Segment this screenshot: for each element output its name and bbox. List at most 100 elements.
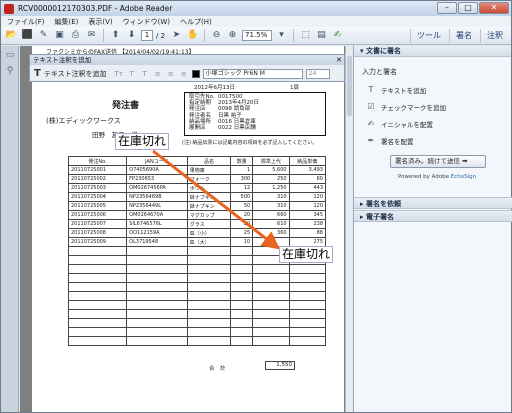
- create-pdf-icon[interactable]: ⬛: [21, 29, 34, 42]
- add-checkmark-item[interactable]: ☑ チェックマークを追加: [354, 98, 511, 115]
- pages-icon[interactable]: ▭: [4, 50, 16, 62]
- out-of-stock-text-annotation[interactable]: 在庫切れ: [115, 133, 170, 150]
- table-cell: [126, 264, 188, 274]
- table-cell: 10: [230, 237, 254, 247]
- table-row: 20110725003 OM0267456PA ボウル 12 1,250 443: [67, 183, 327, 193]
- font-color-swatch[interactable]: [191, 69, 200, 78]
- navigation-pane: ▭ ⚲: [1, 46, 19, 412]
- table-row: 20110725008 OO112159A 皿（小） 25 360 88: [67, 228, 327, 238]
- add-text-annotation-button[interactable]: テキスト注釈を追加: [44, 69, 107, 79]
- zoom-out-icon[interactable]: ⊖: [210, 29, 223, 42]
- table-cell: 20110725007: [67, 219, 128, 229]
- align-left-icon[interactable]: ≡: [153, 70, 163, 78]
- add-checkmark-label: チェックマークを追加: [381, 103, 446, 112]
- place-initials-item[interactable]: ✍ イニシャルを配置: [354, 115, 511, 132]
- tab-sign[interactable]: 署名: [449, 29, 478, 43]
- menu-file[interactable]: ファイル(F): [7, 17, 45, 27]
- edit-icon[interactable]: ✎: [37, 29, 50, 42]
- table-cell: 皿（小）: [186, 228, 232, 238]
- table-cell: NP2356469B: [126, 192, 188, 202]
- section-request-signature[interactable]: ▸ 署名を依頼: [354, 197, 512, 209]
- table-cell: 果物庫: [186, 165, 232, 175]
- next-page-icon[interactable]: ⬇: [125, 29, 138, 42]
- open-icon[interactable]: 📂: [5, 29, 18, 42]
- table-cell: 50: [230, 201, 254, 211]
- print-icon[interactable]: ⎙: [69, 29, 82, 42]
- fit-page-icon[interactable]: ⬚: [299, 29, 312, 42]
- menu-bar: ファイル(F) 編集(E) 表示(V) ウィンドウ(W) ヘルプ(H): [1, 16, 511, 27]
- menu-help[interactable]: ヘルプ(H): [180, 17, 212, 27]
- powered-prefix: Powered by Adobe: [398, 174, 451, 180]
- table-cell: 20: [230, 210, 254, 220]
- table-row: 20110725007 SIL6746576L グラス 20 610 238: [67, 219, 327, 229]
- table-cell: [252, 309, 290, 319]
- table-row: [67, 273, 327, 283]
- table-cell: 238: [288, 219, 327, 229]
- echosign-link[interactable]: EchoSign: [451, 174, 476, 180]
- table-cell: [186, 318, 232, 328]
- menu-view[interactable]: 表示(V): [88, 17, 112, 27]
- table-cell: [126, 336, 188, 346]
- font-select[interactable]: 小塚ゴシック Pr6N M: [202, 68, 303, 79]
- align-right-icon[interactable]: ≡: [179, 70, 189, 78]
- table-cell: [67, 300, 128, 310]
- tab-tools[interactable]: ツール: [410, 29, 447, 43]
- table-cell: [126, 273, 188, 283]
- align-center-icon[interactable]: ≡: [166, 70, 176, 78]
- menu-window[interactable]: ウィンドウ(W): [123, 17, 170, 27]
- zoom-select[interactable]: 71.5%: [242, 30, 273, 41]
- tab-comment[interactable]: 注釈: [480, 29, 509, 43]
- table-cell: [67, 282, 128, 292]
- minimize-button[interactable]: –: [437, 2, 457, 14]
- menu-edit[interactable]: 編集(E): [55, 17, 79, 27]
- toolbar-divider: [293, 29, 295, 42]
- font-size-select[interactable]: 24: [305, 68, 330, 79]
- bold-icon[interactable]: Ƭ: [127, 70, 137, 78]
- close-button[interactable]: ✕: [479, 2, 509, 14]
- page-total: / 2: [156, 31, 166, 40]
- text-size-icon[interactable]: Tт: [114, 70, 124, 78]
- column-header: 標準上代: [252, 156, 290, 166]
- fit-width-icon[interactable]: ▤: [315, 29, 328, 42]
- email-icon[interactable]: ✉: [85, 29, 98, 42]
- place-signature-item[interactable]: ✒ 署名を配置: [354, 132, 511, 149]
- text-icon: T: [368, 85, 374, 94]
- info-label: 展開店: [189, 125, 206, 132]
- hand-tool-icon[interactable]: ✋: [186, 29, 199, 42]
- text-tool-icon[interactable]: T: [34, 68, 41, 79]
- prev-page-icon[interactable]: ⬆: [109, 29, 122, 42]
- table-cell: FP230653: [126, 174, 188, 184]
- document-view[interactable]: ファクシミからのFAX送信 【2014/04/02/19:41:13】 2012…: [20, 46, 352, 412]
- out-of-stock-text-annotation[interactable]: 在庫切れ: [279, 246, 334, 263]
- invoice-date: 2012年6月13日: [194, 85, 235, 91]
- order-info-box: 取引先No. 0017500 指定納期 2013年4月20日 発注店 0098 請負部…: [184, 92, 326, 136]
- table-cell: SIL6746576L: [126, 219, 188, 229]
- place-signature-label: 署名を配置: [381, 137, 414, 146]
- table-cell: [126, 282, 188, 292]
- section-sign-document[interactable]: ▾ 文書に署名: [354, 46, 511, 57]
- table-cell: [230, 300, 254, 310]
- close-icon[interactable]: ✕: [336, 55, 342, 65]
- table-cell: [186, 246, 232, 256]
- section-digital-signature[interactable]: ▸ 電子署名: [354, 210, 512, 222]
- select-cursor-icon[interactable]: ➤: [170, 29, 183, 42]
- table-row: 20110725006 OM0264670A マグカップ 20 660 345: [67, 210, 327, 220]
- scrollbar-thumb[interactable]: [347, 56, 352, 116]
- table-cell: [186, 255, 232, 265]
- signed-send-button[interactable]: 署名済み。続けて送信 ➡: [390, 155, 486, 168]
- page-number-input[interactable]: 1: [141, 30, 153, 41]
- vertical-scrollbar[interactable]: [345, 46, 353, 412]
- initials-icon: ✍: [367, 119, 375, 128]
- add-text-item[interactable]: T テキストを追加: [354, 81, 511, 98]
- maximize-button[interactable]: □: [458, 2, 478, 14]
- attachment-icon[interactable]: ⚲: [4, 66, 16, 78]
- table-cell: 鉢ナプキン: [186, 201, 232, 211]
- column-header: 数量: [230, 156, 254, 166]
- zoom-dropdown-icon[interactable]: ▾: [275, 29, 288, 42]
- zoom-in-icon[interactable]: ⊕: [226, 29, 239, 42]
- table-cell: 500: [230, 192, 254, 202]
- table-cell: [126, 309, 188, 319]
- comment-icon[interactable]: ✍: [331, 29, 344, 42]
- save-icon[interactable]: ▣: [53, 29, 66, 42]
- text-color-icon[interactable]: T: [140, 70, 150, 78]
